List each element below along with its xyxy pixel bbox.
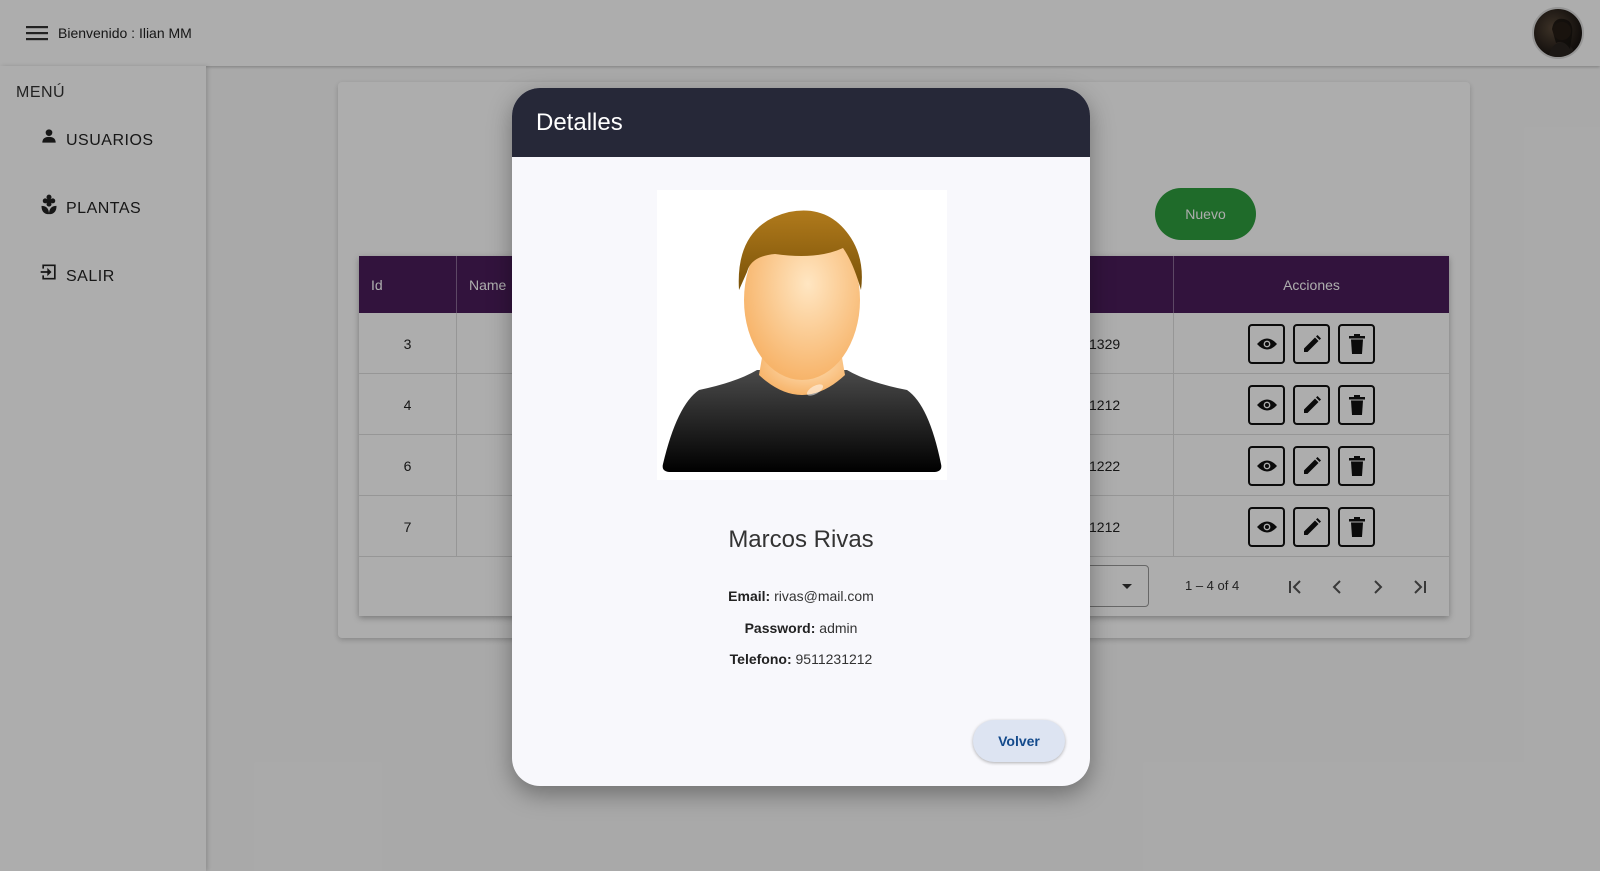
back-button[interactable]: Volver	[973, 720, 1065, 762]
user-photo	[657, 190, 947, 480]
person-name: Marcos Rivas	[728, 526, 874, 553]
telefono-label: Telefono:	[729, 651, 792, 667]
dialog-title: Detalles	[512, 88, 1090, 157]
telefono-value: 9511231212	[795, 651, 873, 667]
email-label: Email:	[728, 588, 771, 604]
password-label: Password:	[744, 620, 816, 636]
password-value: admin	[819, 620, 858, 636]
email-value: rivas@mail.com	[774, 588, 874, 604]
password-row: Password: admin	[512, 620, 1090, 636]
telefono-row: Telefono: 9511231212	[512, 651, 1090, 667]
email-row: Email: rivas@mail.com	[512, 588, 1090, 604]
details-dialog: Detalles Marcos Rivas Email: rivas@mail.…	[512, 88, 1090, 786]
